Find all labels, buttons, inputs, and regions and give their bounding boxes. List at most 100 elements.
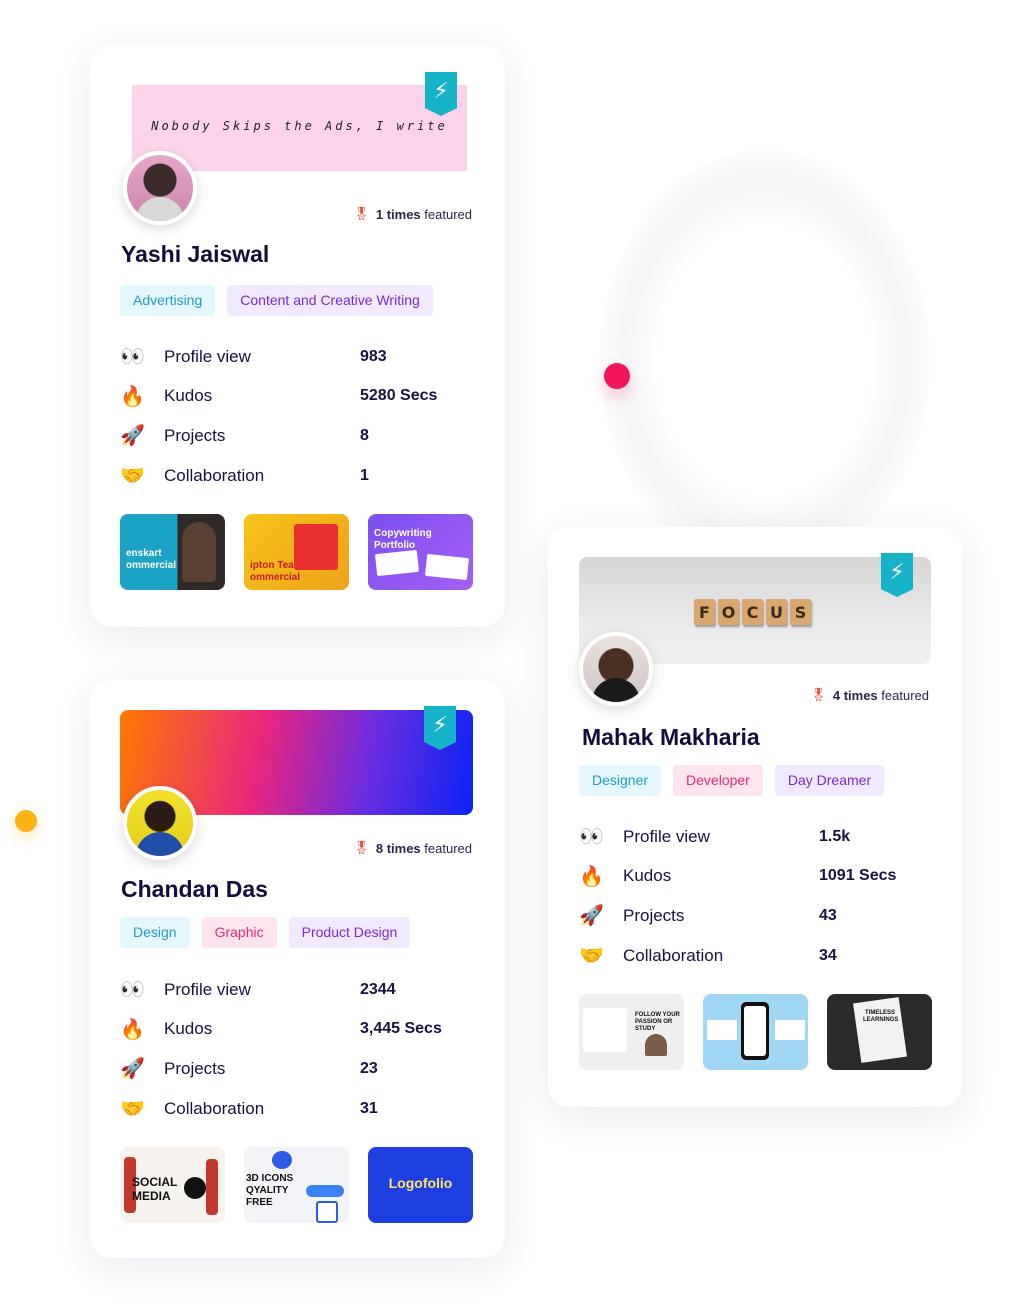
stat-value: 1 <box>360 466 369 484</box>
rocket-icon: 🚀 <box>579 905 604 928</box>
stat-row-collaboration: 🤝 Collaboration 31 <box>120 1089 460 1129</box>
stat-label: Collaboration <box>164 1098 265 1118</box>
rocket-icon: 🚀 <box>120 425 145 448</box>
featured-label: featured <box>424 206 472 222</box>
avatar-silhouette <box>136 197 184 221</box>
stat-row-projects: 🚀 Projects 23 <box>120 1049 460 1089</box>
tag-list: Advertising Content and Creative Writing <box>120 285 433 316</box>
stat-row-collaboration: 🤝 Collaboration 1 <box>120 456 460 496</box>
tag-graphic[interactable]: Graphic <box>201 917 277 948</box>
stat-label: Collaboration <box>164 465 265 485</box>
stat-value: 31 <box>360 1099 378 1117</box>
featured-count: 🎖 1 times featured <box>353 206 472 222</box>
stat-row-profile-view: 👀 Profile view 1.5k <box>579 817 919 857</box>
eyes-icon: 👀 <box>120 979 145 1002</box>
profile-card-yashi[interactable]: Nobody Skips the Ads, I write ⚡ 🎖 1 time… <box>90 45 505 627</box>
stat-value: 2344 <box>360 980 396 998</box>
avatar[interactable] <box>123 151 197 225</box>
bottle-shape <box>206 1159 218 1215</box>
stat-label: Kudos <box>623 866 672 886</box>
medal-icon: 🎖 <box>353 206 370 221</box>
scrabble-tile: S <box>790 599 811 625</box>
project-thumbnail[interactable]: SOCIAL MEDIA <box>120 1147 225 1223</box>
stat-value: 1.5k <box>819 827 851 845</box>
featured-count-value: 4 times <box>832 687 878 703</box>
scrabble-tile: O <box>718 599 739 625</box>
profile-card-mahak[interactable]: F O C U S ⚡ 🎖 4 times featured Mahak Mak… <box>548 527 962 1107</box>
banner-quote: Nobody Skips the Ads, I write <box>151 119 448 133</box>
tag-product-design[interactable]: Product Design <box>288 917 411 948</box>
tag-list: Designer Developer Day Dreamer <box>579 765 885 796</box>
stat-value: 8 <box>360 426 369 444</box>
thumbnail-caption: TIMELESS LEARNINGS <box>863 1010 899 1024</box>
eyes-icon: 👀 <box>579 826 604 849</box>
stat-row-profile-view: 👀 Profile view 983 <box>120 337 460 377</box>
stat-value: 983 <box>360 347 387 365</box>
stat-label: Profile view <box>623 826 710 846</box>
stat-value: 1091 Secs <box>819 867 897 885</box>
stat-label: Projects <box>164 425 226 445</box>
avatar[interactable] <box>123 786 197 860</box>
tag-designer[interactable]: Designer <box>579 765 662 796</box>
stat-value: 34 <box>819 946 837 964</box>
project-thumbnails: enskart ommercial ipton Tea ommercial Co… <box>120 514 473 590</box>
project-thumbnail[interactable]: Logofolio <box>368 1147 473 1223</box>
fire-icon: 🔥 <box>579 865 604 888</box>
thumbnail-caption: SOCIAL MEDIA <box>132 1175 178 1204</box>
tag-design[interactable]: Design <box>120 917 190 948</box>
tag-developer[interactable]: Developer <box>673 765 763 796</box>
stats-list: 👀 Profile view 2344 🔥 Kudos 3,445 Secs 🚀… <box>120 970 460 1128</box>
featured-label: featured <box>881 687 929 703</box>
tag-list: Design Graphic Product Design <box>120 917 411 948</box>
tag-content-writing[interactable]: Content and Creative Writing <box>227 285 433 316</box>
profile-card-chandan[interactable]: ⚡ 🎖 8 times featured Chandan Das Design … <box>90 680 505 1258</box>
profile-name[interactable]: Chandan Das <box>121 876 268 903</box>
project-thumbnail[interactable]: ipton Tea ommercial <box>244 514 349 590</box>
stat-row-projects: 🚀 Projects 43 <box>579 896 919 936</box>
stat-row-projects: 🚀 Projects 8 <box>120 416 460 456</box>
avatar[interactable] <box>579 632 653 706</box>
handshake-icon: 🤝 <box>120 465 145 488</box>
lightning-bolt-icon: ⚡ <box>881 553 913 597</box>
3d-shape <box>272 1151 292 1169</box>
stats-list: 👀 Profile view 983 🔥 Kudos 5280 Secs 🚀 P… <box>120 337 460 495</box>
project-thumbnail[interactable]: FOLLOW YOUR PASSION OR STUDY <box>579 994 684 1070</box>
stats-list: 👀 Profile view 1.5k 🔥 Kudos 1091 Secs 🚀 … <box>579 817 919 975</box>
thumbnail-caption: FOLLOW YOUR PASSION OR STUDY <box>635 1012 680 1033</box>
handshake-icon: 🤝 <box>579 945 604 968</box>
tag-advertising[interactable]: Advertising <box>120 285 216 316</box>
project-thumbnails: FOLLOW YOUR PASSION OR STUDY TIMELESS LE… <box>579 994 932 1070</box>
eyes-icon: 👀 <box>120 346 145 369</box>
stat-label: Kudos <box>164 386 213 406</box>
avatar-silhouette <box>592 678 640 702</box>
stat-label: Collaboration <box>623 945 724 965</box>
project-thumbnail[interactable]: 3D ICONS QYALITY FREE <box>244 1147 349 1223</box>
stat-row-kudos: 🔥 Kudos 3,445 Secs <box>120 1010 460 1050</box>
stat-value: 3,445 Secs <box>360 1020 442 1038</box>
thumbnail-caption: ipton Tea ommercial <box>250 560 301 583</box>
rocket-icon: 🚀 <box>120 1058 145 1081</box>
fire-icon: 🔥 <box>120 1018 145 1041</box>
document-sheet <box>424 553 470 581</box>
profile-name[interactable]: Mahak Makharia <box>582 724 760 751</box>
book-cover <box>853 997 907 1063</box>
project-thumbnail[interactable]: Copywriting Portfolio <box>368 514 473 590</box>
stat-value: 5280 Secs <box>360 387 438 405</box>
document-sheet <box>374 549 420 577</box>
decorative-yellow-dot <box>15 810 37 832</box>
scrabble-tiles: F O C U S <box>694 599 811 625</box>
handshake-icon: 🤝 <box>120 1098 145 1121</box>
project-thumbnail[interactable]: TIMELESS LEARNINGS <box>827 994 932 1070</box>
project-thumbnail[interactable] <box>703 994 808 1070</box>
thumbnail-caption: Logofolio <box>388 1175 453 1191</box>
post-card <box>775 1020 805 1040</box>
person-figure <box>182 522 216 582</box>
stat-row-kudos: 🔥 Kudos 5280 Secs <box>120 377 460 417</box>
thumbnail-caption: 3D ICONS QYALITY FREE <box>246 1173 294 1208</box>
post-card <box>583 1008 627 1052</box>
stat-label: Projects <box>164 1058 226 1078</box>
profile-name[interactable]: Yashi Jaiswal <box>121 241 269 268</box>
calendar-icon <box>316 1201 338 1223</box>
project-thumbnail[interactable]: enskart ommercial <box>120 514 225 590</box>
tag-day-dreamer[interactable]: Day Dreamer <box>774 765 885 796</box>
